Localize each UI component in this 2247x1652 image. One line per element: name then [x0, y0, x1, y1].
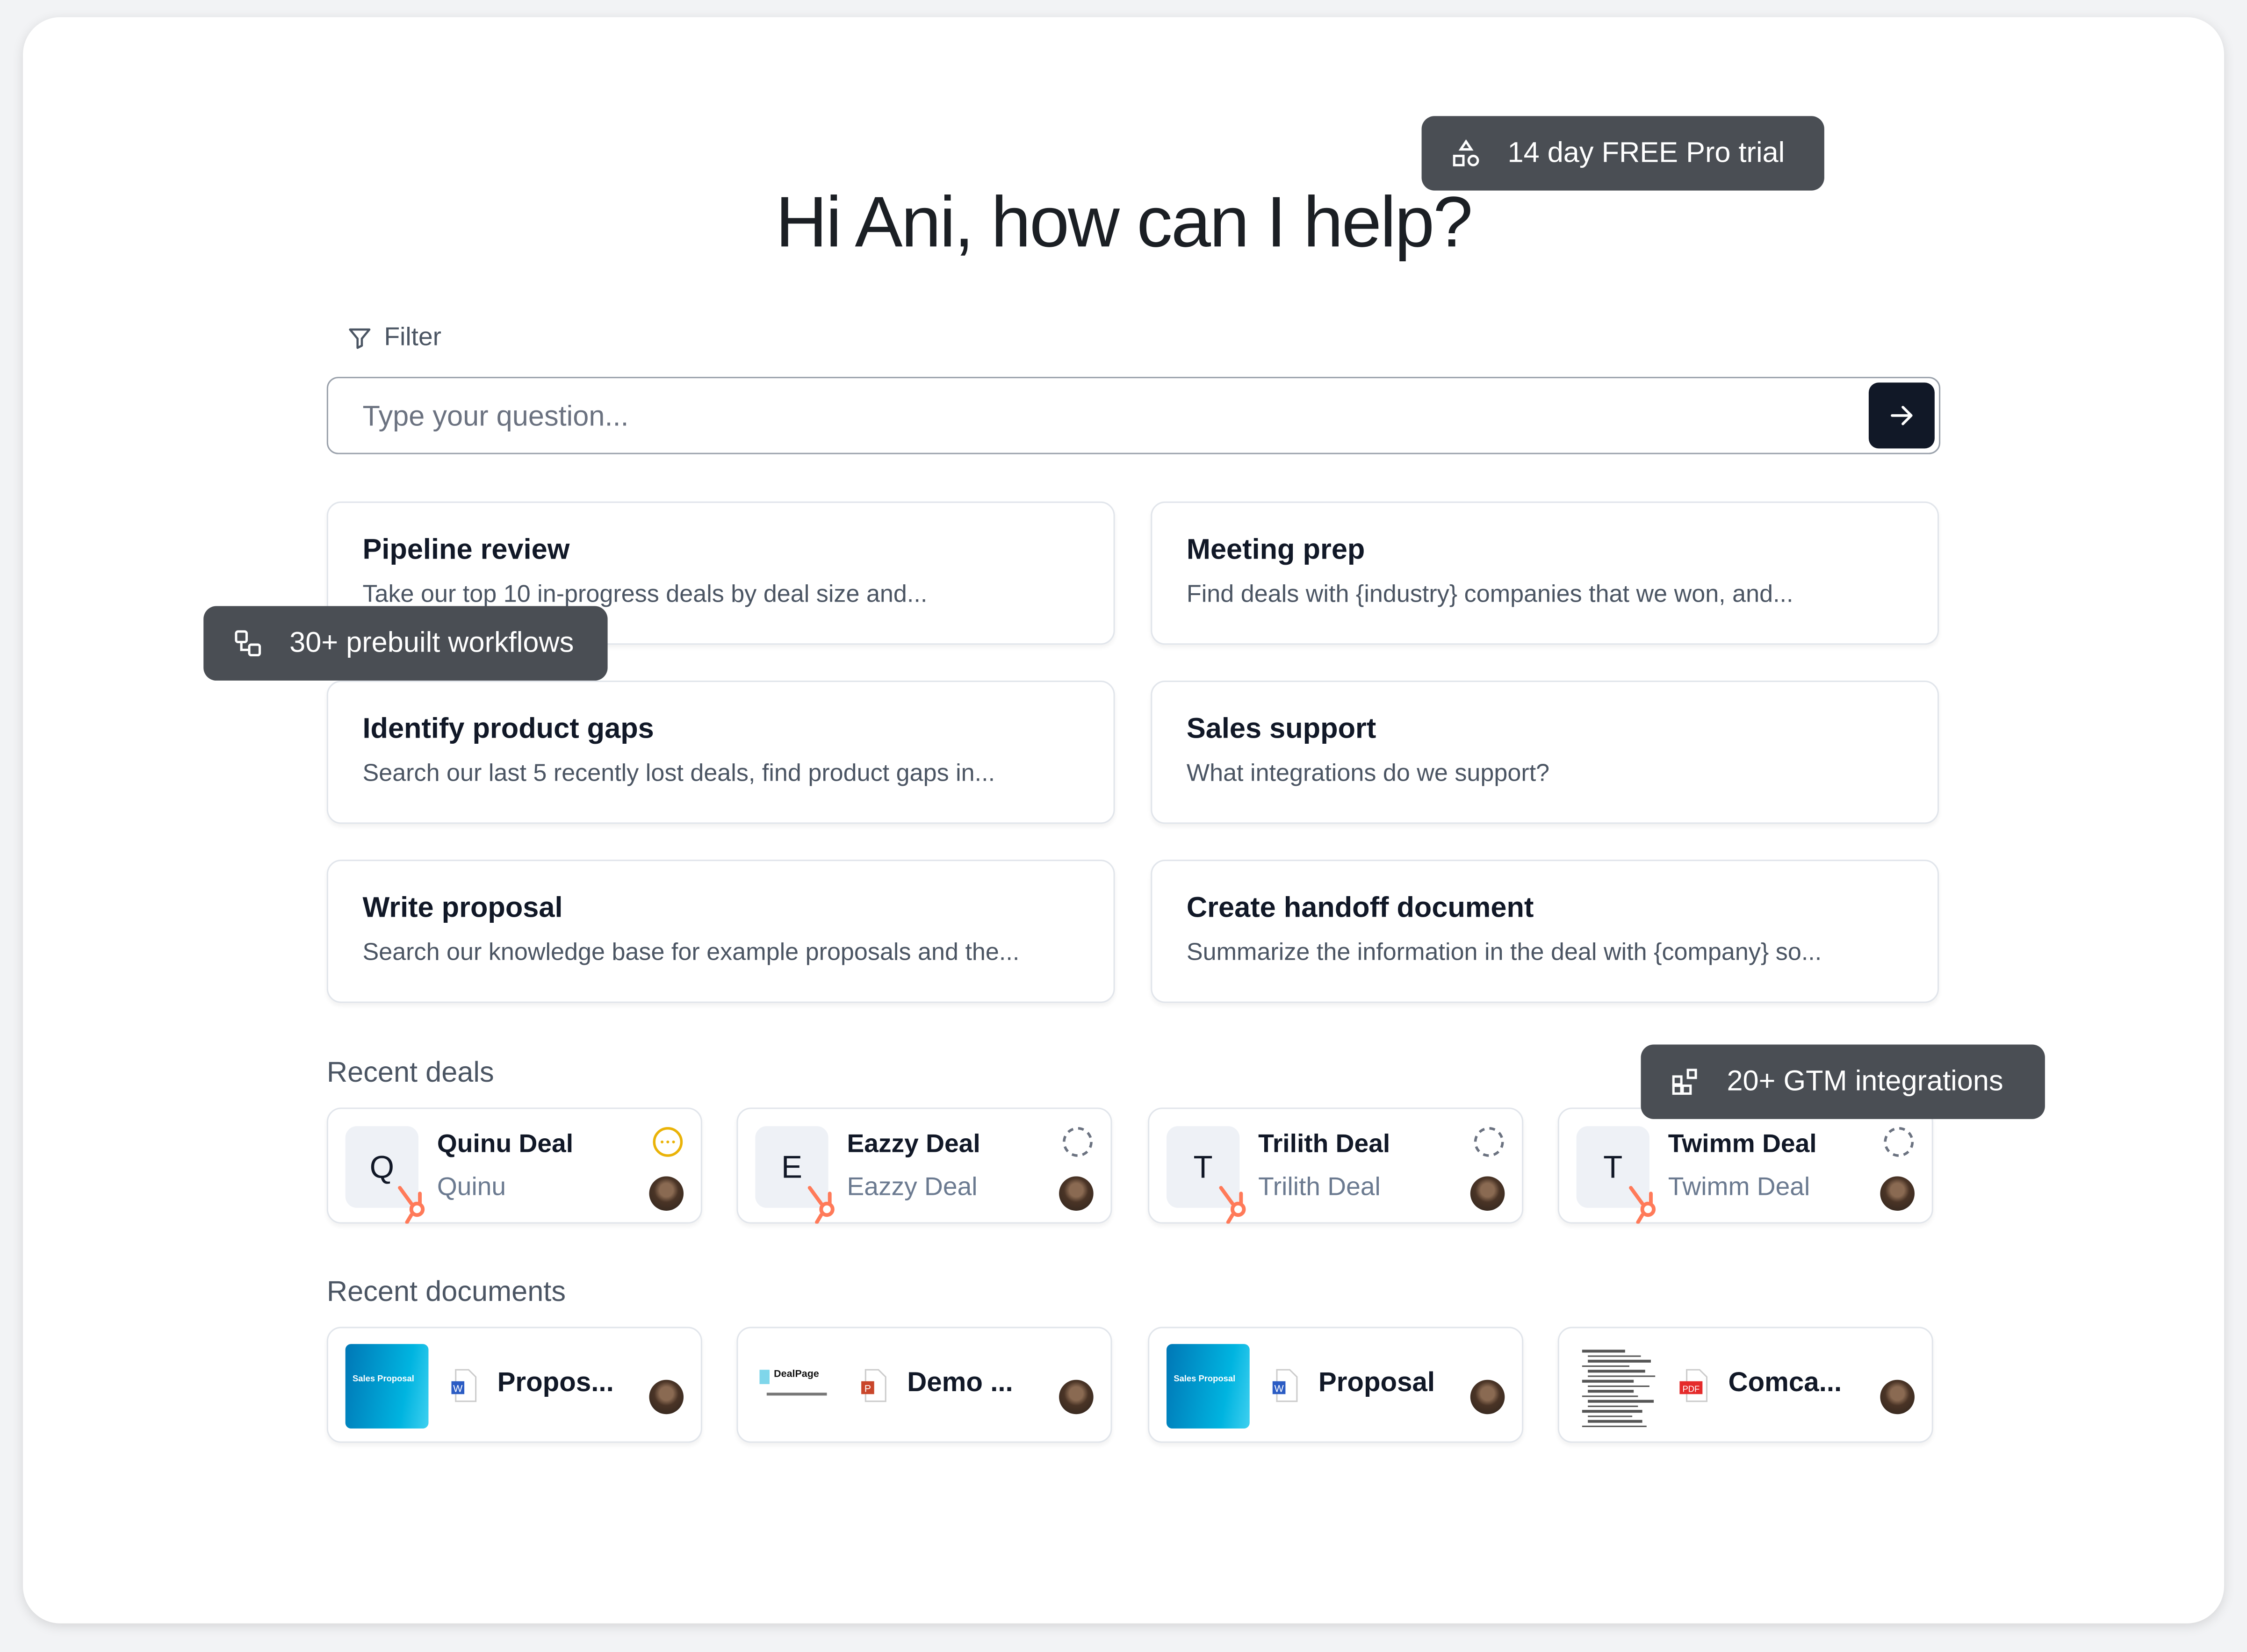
document-card[interactable]: Sales Proposal W Proposal	[1148, 1327, 1524, 1443]
svg-text:W: W	[1274, 1383, 1284, 1394]
powerpoint-file-icon: P	[861, 1369, 886, 1402]
document-card[interactable]: PDF Comca...	[1557, 1327, 1933, 1443]
prompt-title: Identify product gaps	[362, 713, 654, 745]
prompt-card-identify-product-gaps[interactable]: Identify product gaps Search our last 5 r…	[326, 680, 1115, 824]
prompt-desc: Take our top 10 in-progress deals by dea…	[362, 580, 928, 608]
owner-avatar	[1059, 1379, 1094, 1415]
workflows-label: 30+ prebuilt workflows	[289, 626, 574, 659]
deal-card[interactable]: T Twimm Deal Twimm Deal	[1557, 1107, 1933, 1224]
send-button[interactable]	[1868, 382, 1935, 449]
owner-avatar	[1880, 1176, 1915, 1211]
prompt-card-meeting-prep[interactable]: Meeting prep Find deals with {industry} c…	[1151, 501, 1939, 645]
prompt-card-sales-support[interactable]: Sales support What integrations do we sup…	[1151, 680, 1939, 824]
shapes-icon	[1453, 139, 1479, 166]
workflows-badge[interactable]: 30+ prebuilt workflows	[203, 606, 608, 681]
prompt-desc: What integrations do we support?	[1186, 759, 1550, 787]
prompt-desc: Summarize the information in the deal wi…	[1186, 938, 1822, 966]
integrations-label: 20+ GTM integrations	[1727, 1065, 2003, 1097]
owner-avatar	[1470, 1379, 1505, 1415]
word-file-icon: W	[1272, 1369, 1298, 1402]
recent-documents-heading: Recent documents	[326, 1277, 566, 1308]
owner-avatar	[649, 1379, 684, 1415]
integrations-icon	[1672, 1069, 1697, 1095]
svg-text:P: P	[864, 1383, 871, 1394]
document-name: Propos...	[497, 1368, 614, 1399]
document-thumbnail: Sales Proposal	[1166, 1344, 1250, 1429]
document-thumbnail: Sales Proposal	[345, 1344, 429, 1429]
deal-company: Twimm Deal	[1668, 1172, 1810, 1201]
document-card[interactable]: Sales Proposal W Propos...	[326, 1327, 702, 1443]
svg-text:PDF: PDF	[1682, 1384, 1700, 1394]
document-name: Demo ...	[907, 1368, 1013, 1399]
filter-icon	[349, 328, 371, 348]
hubspot-icon	[1219, 1185, 1246, 1224]
document-name: Proposal	[1318, 1368, 1435, 1399]
page-title: Hi Ani, how can I help?	[775, 182, 1473, 262]
prompt-title: Create handoff document	[1186, 892, 1534, 924]
in-progress-status-icon	[653, 1127, 683, 1157]
pro-trial-badge[interactable]: 14 day FREE Pro trial	[1421, 116, 1824, 191]
prompt-title: Pipeline review	[362, 534, 570, 566]
pending-status-icon	[1063, 1127, 1093, 1157]
word-file-icon: W	[451, 1369, 477, 1402]
owner-avatar	[1059, 1176, 1094, 1211]
filter-label: Filter	[384, 322, 442, 351]
question-input[interactable]	[360, 395, 1856, 438]
deal-name: Quinu Deal	[437, 1129, 574, 1158]
arrow-right-icon	[1891, 406, 1913, 425]
document-thumbnail: DealPage	[755, 1344, 839, 1429]
deal-name: Twimm Deal	[1668, 1129, 1817, 1158]
prompt-card-create-handoff-document[interactable]: Create handoff document Summarize the inf…	[1151, 860, 1939, 1003]
pending-status-icon	[1884, 1127, 1914, 1157]
deal-card[interactable]: Q Quinu Deal Quinu	[326, 1107, 702, 1224]
recent-deals-heading: Recent deals	[326, 1057, 494, 1089]
deal-company: Eazzy Deal	[847, 1172, 978, 1201]
deal-company: Trilith Deal	[1258, 1172, 1381, 1201]
prompt-title: Sales support	[1186, 713, 1376, 745]
hubspot-icon	[807, 1185, 835, 1224]
pro-trial-label: 14 day FREE Pro trial	[1507, 136, 1785, 169]
question-field[interactable]	[326, 377, 1941, 454]
prompt-desc: Find deals with {industry} companies tha…	[1186, 580, 1793, 608]
hubspot-icon	[398, 1185, 425, 1224]
document-name: Comca...	[1728, 1368, 1842, 1399]
deal-card[interactable]: E Eazzy Deal Eazzy Deal	[736, 1107, 1112, 1224]
prompt-title: Write proposal	[362, 892, 563, 924]
deal-name: Eazzy Deal	[847, 1129, 980, 1158]
svg-text:W: W	[453, 1383, 463, 1394]
workflow-icon	[235, 630, 261, 657]
prompt-title: Meeting prep	[1186, 534, 1365, 566]
owner-avatar	[649, 1176, 684, 1211]
deal-name: Trilith Deal	[1258, 1129, 1390, 1158]
owner-avatar	[1880, 1379, 1915, 1415]
deal-company: Quinu	[437, 1172, 506, 1201]
document-card[interactable]: DealPage P Demo ...	[736, 1327, 1112, 1443]
prompt-desc: Search our last 5 recently lost deals, f…	[362, 759, 995, 787]
pending-status-icon	[1474, 1127, 1504, 1157]
prompt-card-write-proposal[interactable]: Write proposal Search our knowledge base …	[326, 860, 1115, 1003]
filter-button[interactable]: Filter	[347, 323, 441, 352]
deal-card[interactable]: T Trilith Deal Trilith Deal	[1148, 1107, 1524, 1224]
hubspot-icon	[1629, 1185, 1656, 1224]
owner-avatar	[1470, 1176, 1505, 1211]
integrations-badge[interactable]: 20+ GTM integrations	[1641, 1044, 2045, 1119]
prompt-desc: Search our knowledge base for example pr…	[362, 938, 1020, 966]
document-thumbnail	[1576, 1344, 1660, 1429]
pdf-file-icon: PDF	[1679, 1369, 1708, 1402]
